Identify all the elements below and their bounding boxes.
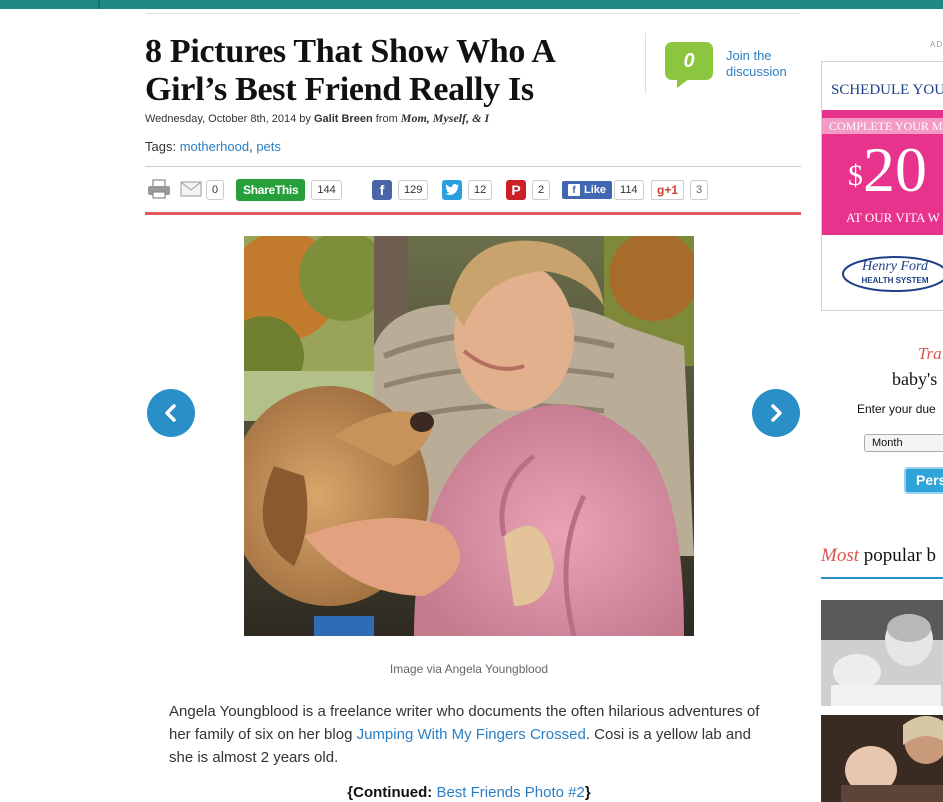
sharethis-share: ShareThis 144 — [236, 177, 342, 203]
tag-link-pets[interactable]: pets — [256, 139, 281, 154]
most-popular-heading: Most popular b — [821, 545, 936, 567]
title-line-2: Girl’s Best Friend Really Is — [145, 71, 534, 108]
sharethis-label: ShareThis — [243, 183, 299, 197]
share-bar-bottom-rule — [145, 212, 801, 215]
ad-location-text: AT OUR VITA W — [846, 210, 940, 225]
facebook-like: f Like 114 — [562, 177, 644, 203]
join-discussion-link[interactable]: Join the discussion — [726, 48, 806, 80]
ad-offer: COMPLETE YOUR MA $20 AT OUR VITA W — [822, 110, 943, 235]
advertisement[interactable]: SCHEDULE YOUR COMPLETE YOUR MA $20 AT OU… — [821, 61, 943, 311]
tags: Tags: motherhood, pets — [145, 139, 281, 154]
personalize-button[interactable]: Pers — [904, 467, 943, 494]
print-icon[interactable] — [147, 179, 171, 199]
join-line-1: Join the — [726, 48, 772, 63]
ad-header: SCHEDULE YOUR — [822, 62, 943, 110]
pinterest-share: P 2 — [506, 177, 551, 203]
continued-line: {Continued: Best Friends Photo #2} — [169, 784, 769, 801]
ad-label: AD — [930, 40, 943, 49]
tag-link-motherhood[interactable]: motherhood — [180, 139, 249, 154]
site-top-bar — [0, 0, 943, 9]
author-link[interactable]: Galit Breen — [314, 113, 373, 125]
twitter-icon[interactable] — [442, 180, 462, 200]
join-line-2: discussion — [726, 64, 787, 79]
tags-label: Tags: — [145, 139, 180, 154]
byline: Wednesday, October 8th, 2014 by Galit Br… — [145, 111, 489, 126]
facebook-count: 129 — [398, 180, 429, 200]
svg-text:HEALTH SYSTEM: HEALTH SYSTEM — [862, 276, 929, 285]
most-popular-rest: popular b — [859, 545, 937, 566]
ad-headline: SCHEDULE YOUR — [831, 82, 943, 98]
ad-dollar-sign: $ — [848, 159, 863, 192]
ad-amount-value: 20 — [863, 134, 927, 205]
publish-date: Wednesday, October 8th, 2014 by — [145, 113, 314, 125]
photo-caption: Image via Angela Youngblood — [389, 662, 549, 676]
most-popular-rule — [821, 577, 943, 579]
comment-count-bubble[interactable]: 0 — [665, 42, 713, 88]
comment-count: 0 — [683, 49, 695, 72]
email-share: 0 — [200, 177, 225, 203]
article-title: 8 Pictures That Show Who A Girl’s Best F… — [145, 33, 625, 109]
google-plus-share: g+1 3 — [651, 177, 709, 203]
tracker-subtitle: baby's — [892, 369, 938, 389]
email-count: 0 — [206, 180, 225, 200]
google-plus-count: 3 — [690, 180, 709, 200]
continued-close: } — [584, 784, 591, 801]
top-bar-segment — [98, 0, 100, 9]
facebook-like-icon: f — [568, 184, 580, 196]
ad-amount: $20 — [848, 138, 927, 202]
header-rule — [146, 13, 800, 14]
popular-thumb-1[interactable] — [821, 600, 943, 706]
due-date-prompt: Enter your due — [857, 402, 936, 416]
chevron-right-icon — [771, 404, 782, 422]
previous-photo-button[interactable] — [147, 389, 195, 437]
facebook-like-count: 114 — [614, 180, 644, 200]
twitter-bird-glyph — [445, 184, 459, 195]
facebook-share: f 129 — [372, 177, 429, 203]
ad-strip: COMPLETE YOUR MA — [822, 118, 943, 134]
personalize-button-label: Pers — [916, 472, 943, 488]
pinterest-count: 2 — [532, 180, 551, 200]
next-photo-link[interactable]: Best Friends Photo #2 — [436, 784, 584, 801]
popular-photo-1 — [821, 600, 943, 706]
header-divider — [645, 33, 646, 93]
blog-link[interactable]: Jumping With My Fingers Crossed — [357, 726, 586, 743]
svg-text:Henry Ford: Henry Ford — [861, 259, 929, 274]
facebook-icon[interactable]: f — [372, 180, 392, 200]
most-popular-accent: Most — [821, 545, 859, 566]
tracker-title: Tra — [918, 344, 942, 363]
twitter-count: 12 — [468, 180, 493, 200]
facebook-like-button[interactable]: f Like — [562, 181, 613, 199]
henry-ford-logo: Henry Ford HEALTH SYSTEM — [842, 256, 943, 292]
next-photo-button[interactable] — [752, 389, 800, 437]
popular-thumb-2[interactable] — [821, 715, 943, 802]
article-paragraph: Angela Youngblood is a freelance writer … — [169, 700, 769, 769]
article-photo — [244, 236, 694, 636]
popular-photo-2 — [821, 715, 943, 802]
pinterest-icon[interactable]: P — [506, 180, 526, 200]
google-plus-button[interactable]: g+1 — [651, 180, 685, 200]
byline-from: from — [372, 113, 401, 125]
ad-strip-text: COMPLETE YOUR MA — [829, 119, 943, 133]
continued-label: {Continued: — [347, 784, 437, 801]
sharethis-button[interactable]: ShareThis — [236, 179, 306, 201]
facebook-like-label: Like — [584, 184, 607, 196]
twitter-share: 12 — [442, 177, 493, 203]
chevron-left-icon — [165, 404, 176, 422]
photo-woman-and-dog — [244, 236, 694, 636]
month-select-value: Month — [872, 437, 903, 449]
share-bar-top-rule — [145, 166, 801, 167]
sharethis-count: 144 — [311, 180, 342, 200]
month-select[interactable]: Month — [864, 434, 943, 452]
blog-name-link[interactable]: Mom, Myself, & I — [401, 111, 489, 125]
email-icon[interactable] — [180, 181, 202, 197]
title-line-1: 8 Pictures That Show Who A — [145, 33, 556, 70]
